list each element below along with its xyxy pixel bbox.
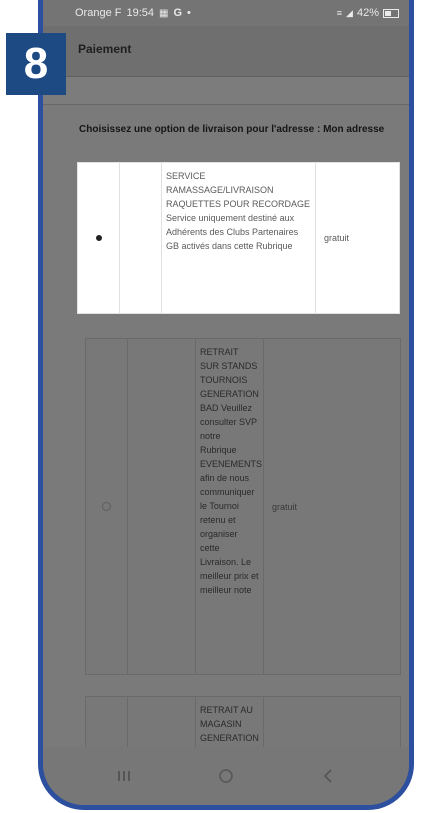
notification-dot-icon: •: [187, 7, 191, 19]
clock-time: 19:54: [126, 7, 154, 19]
radio-button[interactable]: [102, 502, 111, 511]
delivery-option-stands[interactable]: RETRAIT SUR STANDS TOURNOIS GENERATION B…: [85, 338, 401, 675]
phone-frame: Orange F 19:54 ▦ G • ≡ ◢ 42% Paiement Ch…: [38, 0, 414, 810]
option-price: gratuit: [272, 501, 298, 512]
option-radio-cell[interactable]: [86, 339, 128, 674]
calendar-icon: ▦: [159, 7, 169, 19]
battery-icon: [383, 8, 399, 18]
wifi-icon: ≡: [336, 8, 343, 18]
recent-apps-icon[interactable]: [112, 764, 136, 788]
home-icon[interactable]: [214, 764, 238, 788]
option-radio-cell[interactable]: [78, 163, 120, 313]
option-label: RETRAIT SUR STANDS TOURNOIS GENERATION B…: [196, 339, 264, 674]
android-nav-bar: [43, 747, 409, 805]
google-icon: G: [173, 7, 183, 19]
option-label: SERVICE RAMASSAGE/LIVRAISON RAQUETTES PO…: [162, 163, 316, 313]
signal-icon: ◢: [346, 7, 353, 18]
battery-percent: 42%: [356, 7, 379, 19]
app-header: Paiement: [43, 26, 409, 77]
phone-screen: Orange F 19:54 ▦ G • ≡ ◢ 42% Paiement Ch…: [43, 0, 409, 805]
option-empty-cell: [128, 339, 196, 674]
option-price: gratuit: [324, 233, 350, 243]
status-bar: Orange F 19:54 ▦ G • ≡ ◢ 42%: [43, 0, 409, 26]
divider: [43, 104, 409, 105]
carrier-label: Orange F: [75, 7, 122, 19]
back-icon[interactable]: [316, 764, 340, 788]
delivery-prompt: Choisissez une option de livraison pour …: [79, 124, 385, 135]
option-empty-cell: [120, 163, 162, 313]
delivery-option-ramassage[interactable]: SERVICE RAMASSAGE/LIVRAISON RAQUETTES PO…: [77, 162, 400, 314]
step-number-badge: 8: [6, 33, 66, 95]
radio-button-selected[interactable]: [95, 235, 102, 241]
page-title: Paiement: [78, 42, 132, 56]
